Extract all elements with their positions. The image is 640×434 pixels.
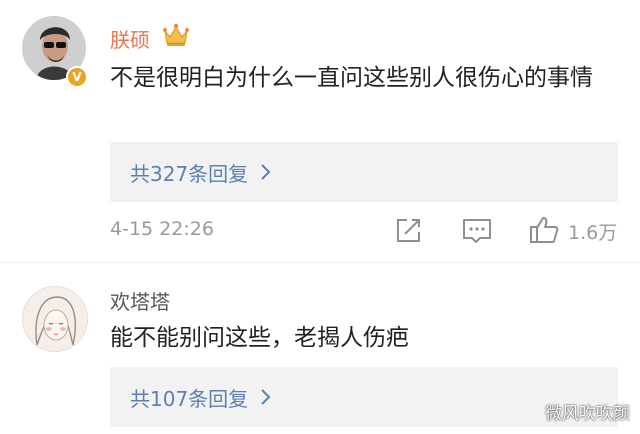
comment-text: 不是很明白为什么一直问这些别人很伤心的事情 (110, 65, 593, 91)
avatar[interactable] (22, 286, 88, 352)
share-icon[interactable] (393, 214, 423, 246)
username[interactable]: 朕硕 (110, 24, 150, 53)
like-icon[interactable] (527, 214, 561, 246)
replies-label: 共107条回复 (130, 387, 249, 411)
chevron-right-icon (261, 389, 271, 405)
comment-item: 欢塔塔 能不能别问这些，老揭人伤疤 共107条回复 (0, 272, 640, 434)
verified-badge: V (66, 66, 88, 88)
timestamp: 4-15 22:26 (110, 218, 214, 240)
chevron-right-icon (261, 164, 271, 180)
avatar-image (23, 287, 87, 351)
replies-label: 共327条回复 (130, 162, 249, 186)
view-replies-button[interactable]: 共107条回复 (110, 367, 618, 427)
comment-icon[interactable] (460, 214, 494, 246)
crown-icon (163, 23, 189, 46)
divider (0, 262, 640, 263)
username[interactable]: 欢塔塔 (110, 286, 170, 315)
comment-item: V 朕硕 不是很明白为什么一直问这些别人很伤心的事情 共327条回复 4-15 … (0, 0, 640, 272)
comment-text: 能不能别问这些，老揭人伤疤 (110, 325, 409, 351)
watermark: 微风吹吹颜 (545, 404, 630, 424)
view-replies-button[interactable]: 共327条回复 (110, 142, 618, 202)
like-count: 1.6万 (568, 222, 618, 244)
